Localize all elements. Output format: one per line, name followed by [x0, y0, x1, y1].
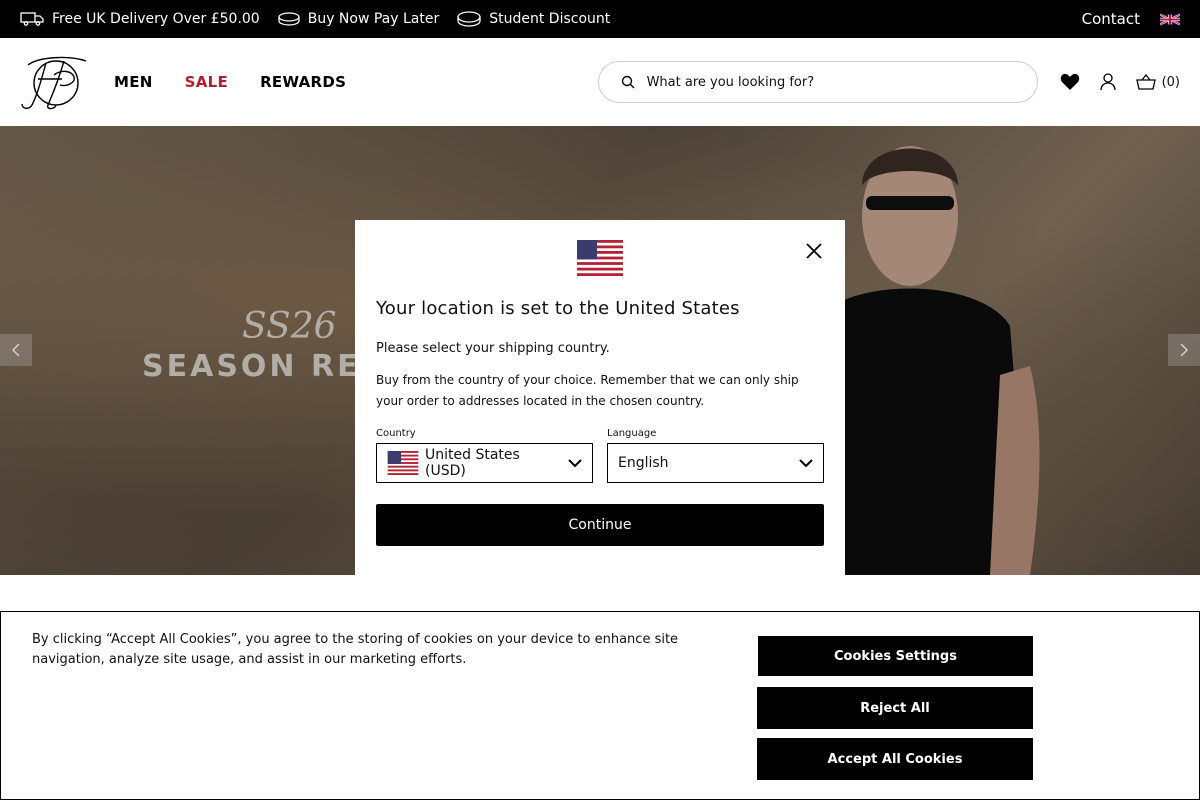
- wishlist-heart-icon[interactable]: [1060, 73, 1080, 91]
- modal-body: Buy from the country of your choice. Rem…: [376, 373, 799, 408]
- reject-all-button[interactable]: Reject All: [757, 687, 1033, 729]
- cookie-banner: By clicking “Accept All Cookies”, you ag…: [0, 611, 1200, 800]
- chevron-down-icon: [568, 458, 582, 467]
- nav-sale[interactable]: SALE: [185, 73, 228, 91]
- delivery-truck-icon: [20, 12, 44, 26]
- search-input[interactable]: [646, 74, 1019, 90]
- country-select[interactable]: United States (USD): [376, 443, 593, 483]
- basket-count: (0): [1161, 74, 1180, 90]
- basket-icon: [1135, 74, 1156, 90]
- promo-delivery[interactable]: Free UK Delivery Over £50.00: [20, 11, 260, 27]
- site-header: MEN SALE REWARDS (0): [0, 38, 1200, 126]
- country-label: Country: [376, 428, 416, 439]
- main-nav: MEN SALE REWARDS: [114, 73, 346, 91]
- search-bar[interactable]: [597, 61, 1038, 103]
- cookie-text: By clicking “Accept All Cookies”, you ag…: [32, 632, 679, 667]
- us-flag-icon: [387, 451, 419, 475]
- language-label: Language: [607, 428, 657, 439]
- continue-button[interactable]: Continue: [376, 504, 824, 546]
- brand-logo[interactable]: [20, 53, 92, 111]
- close-icon[interactable]: [803, 240, 825, 262]
- language-select[interactable]: English: [607, 443, 824, 483]
- accept-all-cookies-button[interactable]: Accept All Cookies: [757, 738, 1033, 780]
- student-card-icon: [457, 11, 481, 27]
- search-icon: [621, 75, 635, 89]
- nav-rewards[interactable]: REWARDS: [260, 73, 346, 91]
- nav-men[interactable]: MEN: [114, 73, 153, 91]
- promo-delivery-text: Free UK Delivery Over £50.00: [52, 11, 260, 27]
- contact-link[interactable]: Contact: [1082, 10, 1140, 28]
- modal-subtitle: Please select your shipping country.: [376, 341, 610, 356]
- basket[interactable]: (0): [1135, 74, 1180, 90]
- promo-bnpl[interactable]: Buy Now Pay Later: [278, 11, 440, 27]
- coins-icon: [278, 12, 300, 26]
- country-value: United States (USD): [425, 447, 520, 479]
- uk-flag-icon[interactable]: [1160, 13, 1180, 26]
- us-flag-icon: [577, 240, 623, 276]
- promo-bar: Free UK Delivery Over £50.00 Buy Now Pay…: [0, 0, 1200, 38]
- promo-bnpl-text: Buy Now Pay Later: [307, 11, 440, 27]
- modal-title: Your location is set to the United State…: [376, 298, 740, 319]
- promo-student-text: Student Discount: [489, 11, 611, 27]
- location-modal: Your location is set to the United State…: [355, 220, 845, 580]
- promo-student[interactable]: Student Discount: [457, 11, 610, 27]
- language-value: English: [618, 455, 669, 471]
- account-user-icon[interactable]: [1099, 73, 1116, 91]
- chevron-down-icon: [799, 458, 813, 467]
- cookies-settings-button[interactable]: Cookies Settings: [758, 636, 1033, 676]
